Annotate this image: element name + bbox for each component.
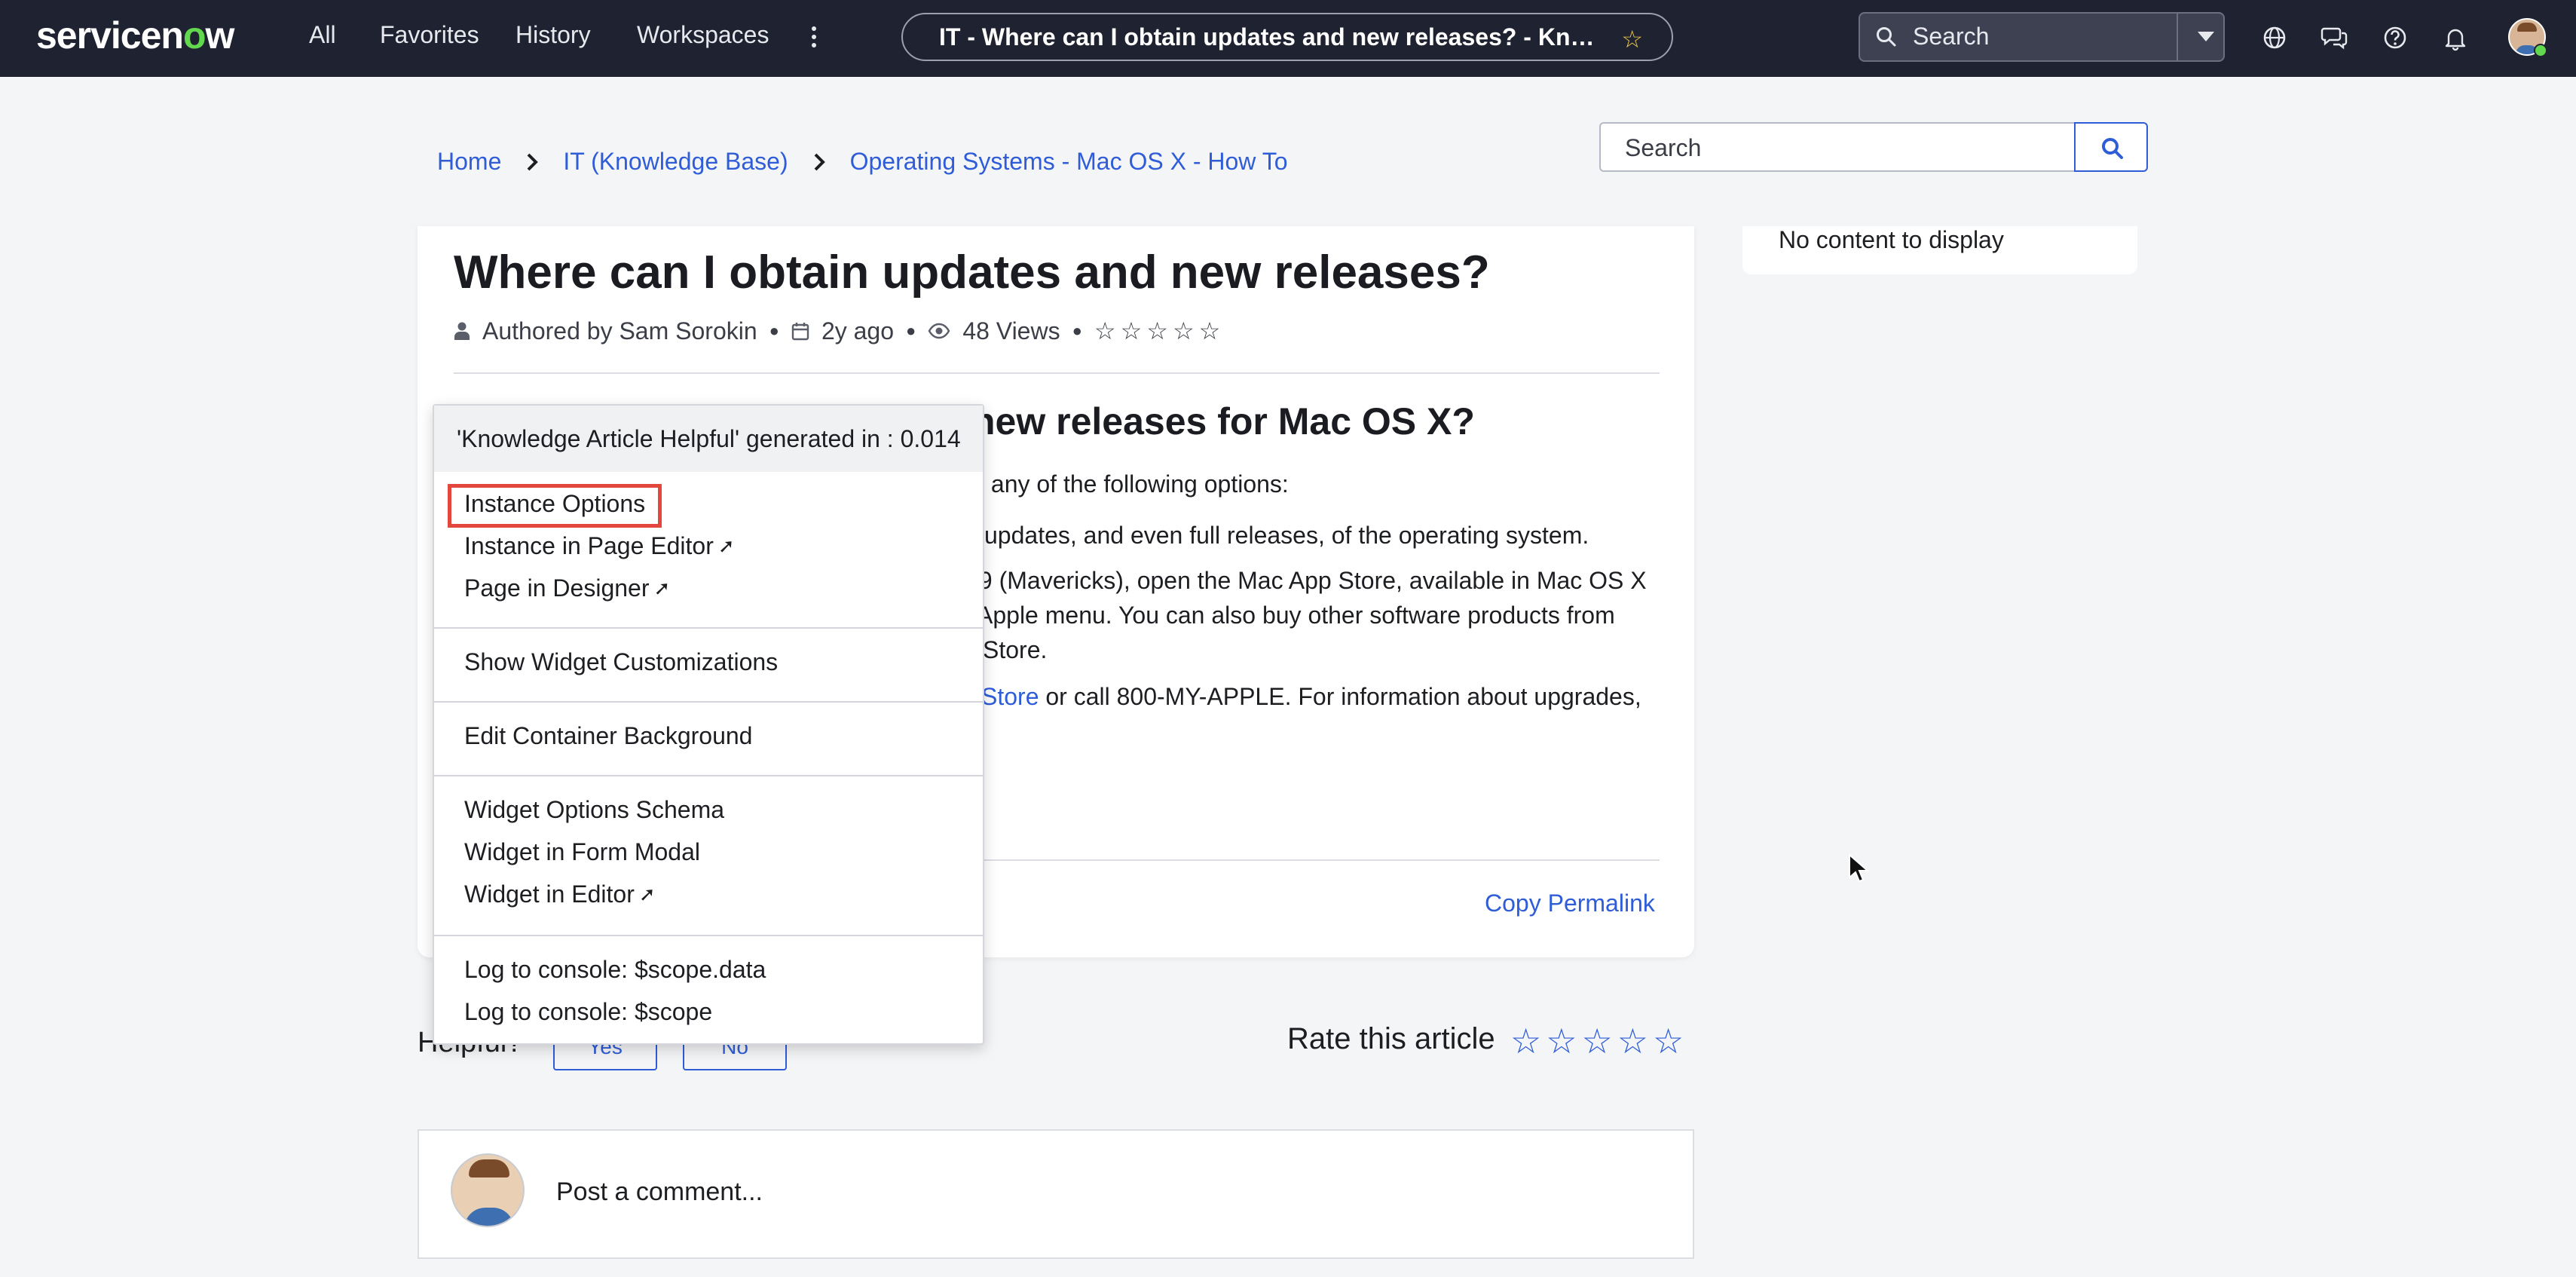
menu-item-widget-in-form-modal[interactable]: Widget in Form Modal (464, 838, 700, 866)
meta-separator: ● (1072, 321, 1082, 340)
nav-workspaces[interactable]: Workspaces (637, 21, 769, 49)
article-author[interactable]: Authored by Sam Sorokin (482, 317, 757, 345)
menu-item-page-in-designer[interactable]: Page in Designer ➚ (464, 574, 670, 602)
external-link-icon: ➚ (638, 883, 656, 905)
notifications-bell-icon[interactable] (2439, 21, 2472, 54)
menu-item-instance-options[interactable]: Instance Options (464, 490, 645, 518)
eye-icon (928, 323, 950, 339)
menu-separator (434, 701, 983, 703)
favorite-star-icon[interactable]: ☆ (1621, 25, 1643, 54)
presence-indicator (2534, 44, 2547, 57)
search-divider (2177, 14, 2178, 60)
apple-store-link[interactable]: Store (981, 683, 1039, 710)
page-title: IT - Where can I obtain updates and new … (939, 23, 1602, 51)
global-search-input[interactable]: Search (1913, 23, 1989, 51)
menu-item-widget-in-editor[interactable]: Widget in Editor ➚ (464, 880, 656, 908)
user-icon (454, 322, 470, 340)
rate-article-label: Rate this article (1287, 1022, 1495, 1055)
article-rating-stars: ☆☆☆☆☆ (1094, 317, 1225, 345)
widget-timing-text: 'Knowledge Article Helpful' generated in… (457, 425, 961, 452)
widget-context-menu: 'Knowledge Article Helpful' generated in… (433, 404, 984, 1045)
menu-item-instance-in-page-editor[interactable]: Instance in Page Editor ➚ (464, 532, 735, 560)
menu-item-edit-container-background[interactable]: Edit Container Background (464, 722, 752, 750)
chat-icon[interactable] (2318, 21, 2351, 54)
article-age: 2y ago (821, 317, 895, 345)
nav-favorites[interactable]: Favorites (380, 21, 479, 49)
menu-separator (434, 627, 983, 629)
search-scope-dropdown-icon[interactable] (2198, 32, 2214, 41)
empty-content-text: No content to display (1779, 226, 2004, 253)
comment-input[interactable]: Post a comment... (556, 1177, 763, 1207)
chevron-right-icon (814, 153, 825, 170)
menu-item-widget-options-schema[interactable]: Widget Options Schema (464, 796, 724, 824)
rate-article-stars[interactable]: ☆☆☆☆☆ (1510, 1021, 1688, 1061)
kb-search-button[interactable] (2074, 122, 2148, 172)
menu-item-log-scope[interactable]: Log to console: $scope (464, 998, 712, 1026)
nav-history[interactable]: History (516, 21, 591, 49)
article-paragraph: Store. (983, 636, 1048, 663)
search-icon (2102, 138, 2123, 159)
article-views: 48 Views (962, 317, 1060, 345)
help-icon[interactable] (2379, 21, 2412, 54)
menu-item-show-widget-customizations[interactable]: Show Widget Customizations (464, 648, 778, 676)
commenter-avatar (451, 1153, 525, 1227)
article-paragraph: y any of the following options: (972, 470, 1289, 498)
more-menu-icon[interactable] (805, 18, 823, 56)
breadcrumb-category[interactable]: Operating Systems - Mac OS X - How To (850, 148, 1288, 176)
article-title: Where can I obtain updates and new relea… (454, 247, 1490, 299)
menu-separator (434, 775, 983, 776)
divider (454, 372, 1660, 374)
kb-search: Search (1599, 122, 2148, 172)
article-paragraph: .9 (Mavericks), open the Mac App Store, … (972, 567, 1647, 594)
global-search[interactable]: Search (1859, 12, 2225, 62)
globe-icon[interactable] (2258, 21, 2291, 54)
calendar-icon (791, 323, 809, 341)
meta-separator: ● (906, 321, 916, 340)
kb-search-input[interactable]: Search (1599, 122, 2076, 172)
related-content-panel: No content to display (1742, 226, 2137, 274)
breadcrumb-home[interactable]: Home (437, 148, 501, 176)
menu-item-label: Widget in Editor (464, 880, 635, 908)
external-link-icon: ➚ (717, 534, 735, 557)
menu-separator (434, 935, 983, 936)
external-link-icon: ➚ (653, 577, 671, 599)
breadcrumb: Home IT (Knowledge Base) Operating Syste… (437, 148, 1288, 176)
menu-item-log-scope-data[interactable]: Log to console: $scope.data (464, 956, 766, 984)
article-meta: Authored by Sam Sorokin ● 2y ago ● 48 Vi… (454, 317, 1225, 345)
mouse-cursor-icon (1849, 853, 1870, 883)
article-paragraph: Apple menu. You can also buy other softw… (977, 602, 1615, 629)
menu-item-label: Instance in Page Editor (464, 532, 714, 559)
article-heading: new releases for Mac OS X? (972, 400, 1475, 443)
menu-item-label: Page in Designer (464, 574, 650, 602)
nav-all[interactable]: All (309, 21, 336, 49)
chevron-right-icon (527, 153, 539, 170)
kb-search-placeholder: Search (1625, 134, 1702, 161)
meta-separator: ● (769, 321, 779, 340)
servicenow-logo[interactable]: servicenow (36, 14, 234, 57)
article-paragraph-text: or call 800-MY-APPLE. For information ab… (1039, 683, 1641, 710)
context-menu-header: 'Knowledge Article Helpful' generated in… (434, 406, 983, 472)
article-paragraph: Store or call 800-MY-APPLE. For informat… (981, 683, 1641, 711)
page-title-pill[interactable]: IT - Where can I obtain updates and new … (901, 13, 1673, 61)
breadcrumb-it-kb[interactable]: IT (Knowledge Base) (563, 148, 788, 176)
article-paragraph: l updates, and even full releases, of th… (972, 522, 1589, 549)
search-icon (1877, 27, 1896, 47)
copy-permalink-link[interactable]: Copy Permalink (1485, 890, 1655, 917)
